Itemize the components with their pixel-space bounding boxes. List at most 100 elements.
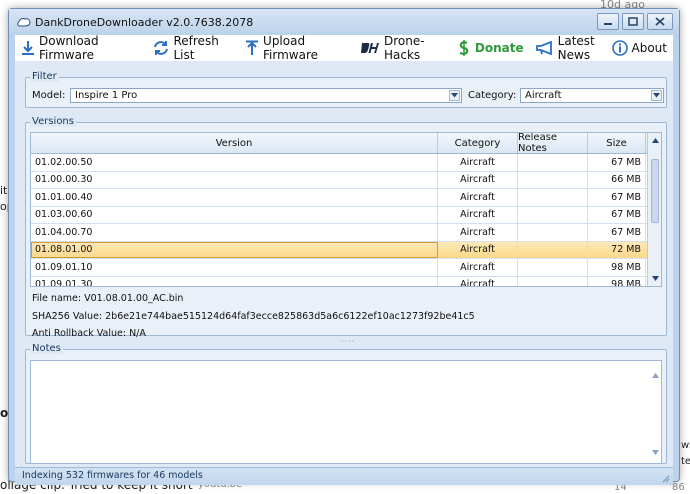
background-text-fragment: tes (681, 456, 690, 467)
donate-button[interactable]: Donate (455, 36, 526, 60)
background-text-fragment: it (0, 184, 8, 197)
title-bar[interactable]: DankDroneDownloader v2.0.7638.2078 (9, 9, 679, 35)
maximize-button[interactable] (622, 13, 644, 30)
column-header-size[interactable]: Size (588, 133, 646, 153)
background-text-fragment: ws (681, 440, 690, 451)
latest-news-button[interactable]: Latest News (534, 34, 604, 62)
table-cell-category: Aircraft (438, 241, 518, 258)
table-cell-size: 67 MB (588, 224, 646, 241)
table-cell-notes (518, 276, 588, 286)
table-cell-version: 01.01.00.40 (31, 189, 438, 206)
category-select[interactable]: Aircraft (520, 88, 664, 103)
table-cell-category: Aircraft (438, 276, 518, 286)
latest-news-label: Latest News (557, 34, 595, 62)
table-cell-size: 72 MB (588, 241, 646, 258)
resize-grip-icon[interactable] (662, 473, 670, 489)
table-cell-category: Aircraft (438, 189, 518, 206)
table-row[interactable]: 01.00.00.30 Aircraft 66 MB (31, 171, 661, 189)
table-cell-notes (518, 154, 588, 171)
upload-firmware-label: Upload Firmware (263, 34, 319, 62)
download-firmware-button[interactable]: Download Firmware (19, 34, 143, 62)
splitter-grip[interactable]: ···· (341, 337, 355, 346)
table-cell-category: Aircraft (438, 206, 518, 223)
maximize-icon (628, 17, 638, 26)
close-icon (655, 17, 665, 26)
table-cell-size: 67 MB (588, 189, 646, 206)
scroll-down-icon[interactable] (652, 440, 659, 459)
background-count: 86 (672, 482, 685, 493)
refresh-list-button[interactable]: Refresh List (151, 34, 235, 62)
table-scrollbar[interactable] (647, 133, 661, 286)
chevron-down-icon[interactable] (449, 90, 460, 101)
category-select-value: Aircraft (525, 90, 562, 101)
table-cell-size: 98 MB (588, 276, 646, 286)
versions-group: Versions Version Category Release Notes … (25, 116, 667, 339)
table-body: 01.02.00.50 Aircraft 67 MB 01.00.00.30 Aircr… (31, 154, 661, 286)
table-header: Version Category Release Notes Size (31, 133, 661, 154)
table-cell-version: 01.02.00.50 (31, 154, 438, 171)
upload-firmware-button[interactable]: Upload Firmware (243, 34, 352, 62)
model-select-value: Inspire 1 Pro (75, 90, 138, 101)
refresh-list-label: Refresh List (173, 34, 219, 62)
table-cell-notes (518, 171, 588, 188)
refresh-icon (154, 41, 169, 55)
table-cell-notes (518, 206, 588, 223)
chevron-down-icon[interactable] (651, 90, 662, 101)
info-icon (611, 40, 628, 56)
table-cell-category: Aircraft (438, 171, 518, 188)
model-label: Model: (32, 90, 66, 101)
table-cell-version: 01.00.00.30 (31, 171, 438, 188)
table-cell-size: 67 MB (588, 206, 646, 223)
scroll-down-icon[interactable] (650, 273, 660, 283)
anti-rollback-text: Anti Rollback Value: N/A (32, 328, 146, 339)
status-bar: Indexing 532 firmwares for 46 models (15, 467, 673, 485)
table-cell-category: Aircraft (438, 154, 518, 171)
notes-group-title: Notes (30, 343, 63, 354)
table-row[interactable]: 01.09.01.30 Aircraft 98 MB (31, 276, 661, 286)
table-cell-version: 01.09.01.30 (31, 276, 438, 286)
donate-label: Donate (474, 41, 524, 55)
model-select[interactable]: Inspire 1 Pro (70, 88, 462, 103)
table-cell-notes (518, 224, 588, 241)
donate-icon (459, 40, 469, 56)
about-button[interactable]: About (610, 36, 669, 60)
table-cell-notes (518, 189, 588, 206)
table-cell-size: 66 MB (588, 171, 646, 188)
column-header-release-notes[interactable]: Release Notes (518, 133, 588, 154)
table-row[interactable]: 01.01.00.40 Aircraft 67 MB (31, 189, 661, 207)
filter-group: Filter Model: Inspire 1 Pro Category: Ai… (25, 71, 667, 108)
scroll-up-icon[interactable] (652, 363, 659, 382)
minimize-icon (604, 22, 612, 25)
megaphone-icon (535, 41, 552, 55)
table-cell-category: Aircraft (438, 224, 518, 241)
table-cell-size: 98 MB (588, 259, 646, 276)
table-cell-notes (518, 241, 588, 258)
column-header-version[interactable]: Version (31, 133, 438, 153)
table-row[interactable]: 01.09.01.10 Aircraft 98 MB (31, 259, 661, 277)
app-icon (17, 18, 31, 27)
scroll-up-icon[interactable] (650, 135, 660, 145)
table-row[interactable]: 01.03.00.60 Aircraft 67 MB (31, 206, 661, 224)
app-window: DankDroneDownloader v2.0.7638.2078 Downl… (8, 8, 680, 485)
table-row[interactable]: 01.04.00.70 Aircraft 67 MB (31, 224, 661, 242)
notes-textarea[interactable] (30, 360, 662, 464)
column-header-category[interactable]: Category (438, 133, 518, 153)
versions-table: Version Category Release Notes Size 01.0… (30, 132, 662, 287)
status-text: Indexing 532 firmwares for 46 models (22, 470, 203, 481)
table-cell-notes (518, 259, 588, 276)
table-row[interactable]: 01.02.00.50 Aircraft 67 MB (31, 154, 661, 172)
drone-hacks-icon (360, 43, 379, 53)
drone-hacks-label: Drone-Hacks (383, 34, 425, 62)
file-name-text: File name: V01.08.01.00_AC.bin (32, 293, 184, 304)
close-button[interactable] (647, 13, 673, 30)
table-row[interactable]: 01.08.01.00 Aircraft 72 MB (31, 241, 661, 259)
table-cell-version: 01.09.01.10 (31, 259, 438, 276)
download-firmware-label: Download Firmware (39, 34, 99, 62)
scrollbar-thumb[interactable] (651, 159, 659, 223)
table-cell-category: Aircraft (438, 259, 518, 276)
notes-group: Notes (25, 343, 667, 464)
minimize-button[interactable] (597, 13, 619, 30)
table-cell-version: 01.03.00.60 (31, 206, 438, 223)
category-label: Category: (468, 90, 517, 101)
drone-hacks-button[interactable]: Drone-Hacks (358, 34, 451, 62)
